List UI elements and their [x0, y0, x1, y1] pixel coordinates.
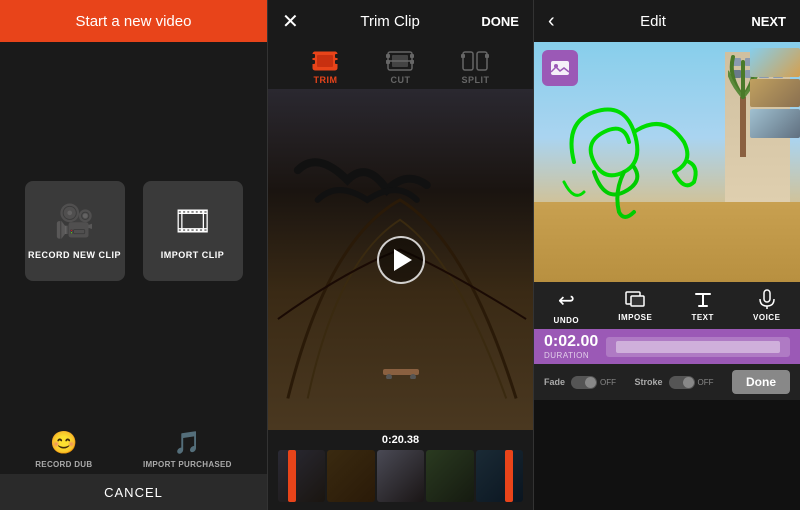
- trim-tools-bar: TRIM CUT SPLIT: [268, 42, 533, 89]
- stroke-state: OFF: [698, 378, 714, 387]
- stroke-toggle-group: Stroke OFF: [635, 376, 714, 389]
- play-button[interactable]: [377, 236, 425, 284]
- panel1-footer: 😊 RECORD DUB 🎵 IMPORT PURCHASED: [0, 420, 267, 474]
- cut-icon: [386, 50, 414, 72]
- edit-toolbar: ↩ UNDO IMPOSE TEXT VOICE: [534, 282, 800, 329]
- panel3-header: ‹ Edit NEXT: [534, 0, 800, 42]
- fade-toggle-group: Fade OFF: [544, 376, 616, 389]
- fade-state: OFF: [600, 378, 616, 387]
- fade-toggle[interactable]: OFF: [571, 376, 616, 389]
- fade-label: Fade: [544, 377, 565, 387]
- undo-label: UNDO: [554, 316, 580, 325]
- split-label: SPLIT: [461, 75, 489, 85]
- stroke-toggle[interactable]: OFF: [669, 376, 714, 389]
- filmstrip: [278, 450, 523, 502]
- photo-icon: [549, 57, 571, 79]
- stroke-toggle-knob: [683, 377, 694, 388]
- trim-handle-right[interactable]: [505, 450, 513, 502]
- main-btn-grid: 🎥 RECORD NEW CLIP 🎞 IMPORT CLIP: [25, 181, 243, 281]
- duration-section: 0:02.00 DURATION: [534, 329, 800, 364]
- fade-toggle-track: [571, 376, 597, 389]
- stroke-label: Stroke: [635, 377, 663, 387]
- cancel-button[interactable]: CANCEL: [0, 474, 267, 510]
- stroke-toggle-track: [669, 376, 695, 389]
- thumb-item: [750, 48, 800, 77]
- voice-label: VOICE: [753, 313, 780, 322]
- thumb-item: [750, 109, 800, 138]
- film-thumb-1: [278, 450, 325, 502]
- import-photo-badge[interactable]: [542, 50, 578, 86]
- edit-preview: [534, 42, 800, 282]
- cancel-label: CANCEL: [104, 485, 163, 500]
- back-icon[interactable]: ‹: [548, 10, 555, 33]
- thumbnail-strip: [750, 48, 800, 138]
- cut-label: CUT: [390, 75, 410, 85]
- panel-start-video: Start a new video 🎥 RECORD NEW CLIP 🎞 IM…: [0, 0, 267, 510]
- panel2-header: ✕ Trim Clip DONE: [268, 0, 533, 42]
- film-thumb-4: [426, 450, 473, 502]
- import-purchased-label: IMPORT PURCHASED: [143, 460, 232, 469]
- panel1-header: Start a new video: [0, 0, 267, 42]
- trim-label: TRIM: [313, 75, 337, 85]
- impose-label: IMPOSE: [618, 313, 652, 322]
- undo-tool[interactable]: ↩ UNDO: [554, 288, 580, 325]
- voice-icon: [756, 288, 778, 310]
- text-icon: [692, 288, 714, 310]
- text-tool[interactable]: TEXT: [691, 288, 713, 325]
- trim-handle-left[interactable]: [288, 450, 296, 502]
- film-thumb-5: [476, 450, 523, 502]
- done-button[interactable]: DONE: [481, 14, 519, 29]
- cut-tool[interactable]: CUT: [386, 50, 414, 85]
- panel1-main: 🎥 RECORD NEW CLIP 🎞 IMPORT CLIP: [0, 42, 267, 420]
- duration-time: 0:02.00: [544, 333, 598, 351]
- timecode: 0:20.38: [278, 434, 523, 450]
- record-new-clip-button[interactable]: 🎥 RECORD NEW CLIP: [25, 181, 125, 281]
- voice-tool[interactable]: VOICE: [753, 288, 780, 325]
- impose-tool[interactable]: IMPOSE: [618, 288, 652, 325]
- graffiti-art: [544, 82, 724, 242]
- bottom-controls: Fade OFF Stroke OFF Done: [534, 364, 800, 400]
- record-dub-button[interactable]: 😊 RECORD DUB: [35, 430, 92, 469]
- text-label: TEXT: [691, 313, 713, 322]
- record-dub-label: RECORD DUB: [35, 460, 92, 469]
- next-button[interactable]: NEXT: [751, 14, 786, 29]
- panel-trim-clip: ✕ Trim Clip DONE TRIM: [267, 0, 534, 510]
- mic-icon: 😊: [50, 430, 77, 456]
- panel-edit: ‹ Edit NEXT: [534, 0, 800, 510]
- fade-toggle-knob: [585, 377, 596, 388]
- film-thumb-2: [327, 450, 374, 502]
- impose-icon: [624, 288, 646, 310]
- done-button[interactable]: Done: [732, 370, 790, 394]
- import-clip-button[interactable]: 🎞 IMPORT CLIP: [143, 181, 243, 281]
- panel2-title: Trim Clip: [360, 13, 419, 30]
- import-btn-label: IMPORT CLIP: [161, 250, 225, 260]
- thumb-item: [750, 79, 800, 108]
- undo-icon: ↩: [558, 288, 575, 313]
- music-icon: 🎵: [174, 430, 201, 456]
- duration-bar-fill: [616, 341, 780, 353]
- close-icon[interactable]: ✕: [282, 9, 299, 34]
- film-thumb-3: [377, 450, 424, 502]
- duration-bar[interactable]: [606, 337, 790, 357]
- import-purchased-button[interactable]: 🎵 IMPORT PURCHASED: [143, 430, 232, 469]
- panel1-title: Start a new video: [76, 13, 192, 30]
- skateboard: [381, 367, 421, 379]
- film-icon: 🎞: [172, 202, 213, 240]
- trim-icon: [311, 50, 339, 72]
- video-preview: [268, 89, 533, 430]
- duration-display: 0:02.00 DURATION: [544, 333, 598, 360]
- panel3-title: Edit: [640, 13, 666, 30]
- trim-tool[interactable]: TRIM: [311, 50, 339, 85]
- camera-icon: 🎥: [55, 202, 95, 240]
- timeline-section: 0:20.38: [268, 430, 533, 510]
- duration-label: DURATION: [544, 351, 598, 360]
- split-icon: [461, 50, 489, 72]
- split-tool[interactable]: SPLIT: [461, 50, 489, 85]
- record-btn-label: RECORD NEW CLIP: [28, 250, 121, 260]
